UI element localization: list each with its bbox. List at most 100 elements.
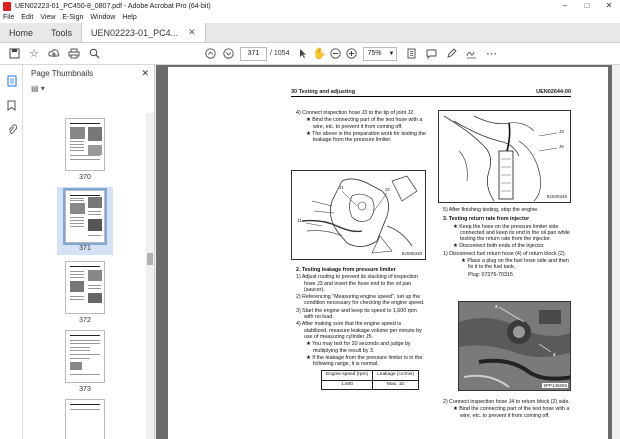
close-panel-icon[interactable]: ✕ bbox=[141, 68, 149, 79]
thumbnail-image bbox=[63, 188, 107, 245]
page-down-icon[interactable] bbox=[220, 46, 236, 62]
menu-window[interactable]: Window bbox=[90, 14, 115, 21]
table-cell: 1,600 bbox=[320, 379, 374, 391]
page-total: / 1054 bbox=[270, 50, 290, 57]
fit-page-icon[interactable] bbox=[403, 46, 419, 62]
toolbar: ☆ 371 / 1054 ✋ 75% ▼ ⋯ bbox=[0, 43, 620, 65]
engine-illustration bbox=[301, 175, 418, 254]
right-column-lower: 2) Connect inspection hose J4 to return … bbox=[438, 399, 573, 420]
highlight-pen-icon[interactable] bbox=[443, 46, 459, 62]
zoom-out-icon[interactable] bbox=[327, 46, 343, 62]
left-column: 4) Connect inspection hose J3 to the tip… bbox=[291, 110, 426, 144]
search-icon[interactable] bbox=[86, 46, 102, 62]
scrollbar-thumb[interactable] bbox=[147, 253, 153, 265]
comment-icon[interactable] bbox=[423, 46, 439, 62]
note: ★ Bind the connecting part of the test h… bbox=[453, 406, 570, 419]
step: 4) After making sure that the engine spe… bbox=[296, 321, 422, 340]
upload-cloud-icon[interactable] bbox=[46, 46, 62, 62]
thumbnail-image bbox=[65, 399, 105, 439]
note: ★ If the leakage from the pressure limit… bbox=[306, 354, 423, 368]
panel-header: Page Thumbnails ✕ bbox=[23, 65, 154, 81]
table-cell: Max. 10 bbox=[372, 379, 419, 391]
thumbnail-374[interactable] bbox=[23, 399, 147, 439]
menu-help[interactable]: Help bbox=[122, 14, 136, 21]
plug-part-number: Plug: 07376-70315 bbox=[468, 271, 513, 278]
menu-esign[interactable]: E-Sign bbox=[62, 14, 83, 21]
left-rail bbox=[0, 65, 23, 439]
thumbnail-options-icon[interactable]: ▤ ▾ bbox=[31, 84, 45, 93]
chevron-down-icon: ▼ bbox=[388, 50, 395, 57]
hand-cylinder-illustration bbox=[443, 115, 558, 202]
window-controls: – □ ✕ bbox=[554, 0, 620, 12]
right-column: 5) After finishing testing, stop the eng… bbox=[438, 207, 573, 279]
page-header: 30 Testing and adjusting UEN02644-00 bbox=[291, 89, 571, 97]
title-bar: UEN02223-01_PC450-8_0807.pdf - Adobe Acr… bbox=[0, 0, 620, 12]
step: 1) Adjust routing to prevent its slackin… bbox=[296, 274, 418, 293]
figure-pressure-limiter: J1 J2 J1 9JS05348 bbox=[291, 170, 426, 260]
panel-scrollbar[interactable] bbox=[146, 113, 154, 439]
table-header: Engine speed (rpm) bbox=[320, 370, 374, 381]
bookmarks-icon[interactable] bbox=[0, 93, 23, 117]
thumbnail-list: 370 371 372 373 bbox=[23, 113, 147, 439]
thumbnail-373[interactable]: 373 bbox=[23, 330, 147, 393]
photo-return-block: 2 4 9PP145656 bbox=[458, 301, 571, 391]
bookmark-star-icon[interactable]: ☆ bbox=[26, 46, 42, 62]
select-cursor-icon[interactable] bbox=[295, 46, 311, 62]
thumbnails-icon[interactable] bbox=[0, 69, 23, 93]
left-column-lower: 2. Testing leakage from pressure limiter… bbox=[291, 267, 426, 391]
step: 5) After finishing testing, stop the eng… bbox=[443, 207, 539, 213]
hand-tool-icon[interactable]: ✋ bbox=[311, 46, 327, 62]
step: 3) Start the engine and keep its speed t… bbox=[296, 307, 417, 321]
thumbnail-371-selected[interactable]: 371 bbox=[23, 187, 147, 255]
thumbnail-image bbox=[65, 261, 105, 314]
panel-options[interactable]: ▤ ▾ bbox=[23, 81, 154, 95]
note: ★ Bind the connecting part of the test h… bbox=[306, 117, 423, 130]
note: ★ Keep the hose on the pressure limiter … bbox=[453, 223, 570, 243]
menu-edit[interactable]: Edit bbox=[21, 14, 33, 21]
note: ★ You may test for 20 seconds and judge … bbox=[306, 341, 411, 354]
page-up-icon[interactable] bbox=[202, 46, 218, 62]
section-title: 2. Testing leakage from pressure limiter bbox=[296, 267, 396, 273]
print-icon[interactable] bbox=[66, 46, 82, 62]
thumbnail-image bbox=[65, 118, 105, 171]
document-viewer[interactable]: 30 Testing and adjusting UEN02644-00 4) … bbox=[156, 65, 620, 439]
leakage-spec-table: Engine speed (rpm) Leakage (cc/min) 1,60… bbox=[320, 370, 419, 391]
figure-measuring-cylinder: J3 J5 9JS05349 bbox=[438, 110, 571, 203]
step-4: 4) Connect inspection hose J3 to the tip… bbox=[296, 110, 415, 116]
thumbnail-372[interactable]: 372 bbox=[23, 261, 147, 324]
more-icon[interactable]: ⋯ bbox=[483, 46, 499, 62]
menu-view[interactable]: View bbox=[40, 14, 55, 21]
zoom-select[interactable]: 75% ▼ bbox=[363, 46, 398, 61]
return-block-photo bbox=[459, 302, 570, 390]
thumbnails-panel: Page Thumbnails ✕ ▤ ▾ 370 371 372 373 bbox=[23, 65, 155, 439]
window-title: UEN02223-01_PC450-8_0807.pdf - Adobe Acr… bbox=[15, 2, 211, 10]
step: 2) Connect inspection hose J4 to return … bbox=[443, 399, 570, 405]
pdf-page: 30 Testing and adjusting UEN02644-00 4) … bbox=[168, 67, 608, 439]
thumbnail-image bbox=[65, 330, 105, 383]
tab-tools[interactable]: Tools bbox=[42, 23, 81, 42]
note: ★ The above is the preparation work for … bbox=[306, 130, 426, 144]
save-icon[interactable] bbox=[6, 46, 22, 62]
step: 2) Referencing "Measuring engine speed",… bbox=[296, 294, 425, 307]
tab-home[interactable]: Home bbox=[0, 23, 42, 42]
close-tab-icon[interactable]: ✕ bbox=[188, 27, 196, 38]
thumbnail-370[interactable]: 370 bbox=[23, 113, 147, 181]
attachments-icon[interactable] bbox=[0, 117, 23, 141]
tab-bar: Home Tools UEN02223-01_PC4... ✕ bbox=[0, 23, 620, 43]
close-window-icon[interactable]: ✕ bbox=[598, 0, 620, 12]
viewer-scrollbar[interactable] bbox=[612, 65, 620, 439]
page-number-input[interactable]: 371 bbox=[240, 46, 267, 61]
note: ★ Disconnect both ends of the injector. bbox=[453, 243, 545, 250]
table-header: Leakage (cc/min) bbox=[372, 370, 419, 381]
note: ★ Place a plug on the fuel hose side and… bbox=[461, 258, 569, 271]
zoom-in-icon[interactable] bbox=[343, 46, 359, 62]
maximize-icon[interactable]: □ bbox=[576, 0, 598, 12]
acrobat-icon bbox=[3, 1, 11, 11]
menu-file[interactable]: File bbox=[3, 14, 14, 21]
minimize-icon[interactable]: – bbox=[554, 0, 576, 12]
sign-icon[interactable] bbox=[463, 46, 479, 62]
tab-document[interactable]: UEN02223-01_PC4... ✕ bbox=[81, 23, 206, 42]
step: 1) Disconnect fuel return hose (4) of re… bbox=[443, 250, 567, 257]
panel-title: Page Thumbnails bbox=[31, 68, 94, 78]
section-title: 3. Testing return rate from injector bbox=[443, 216, 530, 223]
